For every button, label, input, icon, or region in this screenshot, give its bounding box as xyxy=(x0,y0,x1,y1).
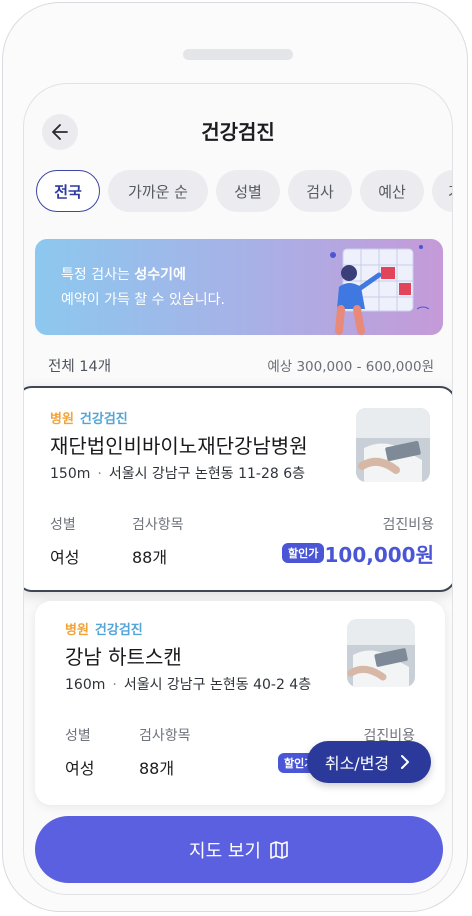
address: 서울시 강남구 논현동 11-28 6층 xyxy=(108,466,306,482)
hospital-photo xyxy=(356,408,430,482)
banner-illustration xyxy=(330,245,430,335)
hospital-name: 재단법인비바이노재단강남병원 xyxy=(50,434,308,458)
hospital-location: 150m · 서울시 강남구 논현동 11-28 6층 xyxy=(50,466,306,482)
cost-label: 검진비용 xyxy=(382,517,434,533)
chevron-right-icon xyxy=(401,755,410,769)
tag-category: 건강검진 xyxy=(79,412,128,427)
card-tags: 병원 건강검진 xyxy=(65,619,143,638)
test-items-value: 88개 xyxy=(139,759,175,778)
card-tags: 병원 건강검진 xyxy=(50,408,128,427)
app-header: 건강검진 xyxy=(24,84,452,174)
chip-budget[interactable]: 예산 xyxy=(360,170,424,212)
hospital-card[interactable]: 병원 건강검진 재단법인비바이노재단강남병원 150m · 서울시 강남구 논현동 1… xyxy=(24,386,452,592)
hospital-photo xyxy=(347,619,415,687)
expected-price-range: 예상 300,000 - 600,000원 xyxy=(267,359,434,375)
test-items-label: 검사항목 xyxy=(139,728,191,744)
discount-badge: 할인가 xyxy=(282,543,325,563)
cancel-change-button[interactable]: 취소/변경 xyxy=(307,741,431,783)
chip-more[interactable]: 기 xyxy=(432,170,452,212)
address: 서울시 강남구 논현동 40-2 4층 xyxy=(123,677,312,693)
test-items-label: 검사항목 xyxy=(132,517,184,533)
chip-nationwide[interactable]: 전국 xyxy=(36,170,100,212)
device-frame: 건강검진 전국 가까운 순 성별 검사 예산 기 특정 검사는 성수기에 예약이… xyxy=(2,2,468,912)
app-screen: 건강검진 전국 가까운 순 성별 검사 예산 기 특정 검사는 성수기에 예약이… xyxy=(23,83,453,895)
banner-highlight: 성수기에 xyxy=(134,267,186,283)
promo-banner[interactable]: 특정 검사는 성수기에 예약이 가득 찰 수 있습니다. xyxy=(35,239,443,335)
page-title: 건강검진 xyxy=(201,120,275,144)
chip-gender[interactable]: 성별 xyxy=(216,170,280,212)
hospital-location: 160m · 서울시 강남구 논현동 40-2 4층 xyxy=(65,677,312,693)
distance: 150m xyxy=(50,466,91,482)
gender-label: 성별 xyxy=(65,728,91,744)
distance: 160m xyxy=(65,677,106,693)
tag-hospital: 병원 xyxy=(50,412,74,427)
chip-nearest[interactable]: 가까운 순 xyxy=(108,170,208,212)
banner-text: 특정 검사는 성수기에 예약이 가득 찰 수 있습니다. xyxy=(61,267,225,308)
tag-hospital: 병원 xyxy=(65,623,89,638)
filter-chips: 전국 가까운 순 성별 검사 예산 기 xyxy=(36,170,452,216)
map-icon xyxy=(270,840,288,859)
gender-value: 여성 xyxy=(65,759,95,778)
map-view-button[interactable]: 지도 보기 xyxy=(35,816,443,883)
tag-category: 건강검진 xyxy=(94,623,143,638)
price-value: 100,000원 xyxy=(324,543,435,567)
test-items-value: 88개 xyxy=(132,548,168,567)
result-count: 전체 14개 xyxy=(48,359,112,375)
gender-value: 여성 xyxy=(50,548,80,567)
gender-label: 성별 xyxy=(50,517,76,533)
hospital-name: 강남 하트스캔 xyxy=(65,645,182,669)
device-speaker xyxy=(183,49,293,60)
chip-test[interactable]: 검사 xyxy=(288,170,352,212)
